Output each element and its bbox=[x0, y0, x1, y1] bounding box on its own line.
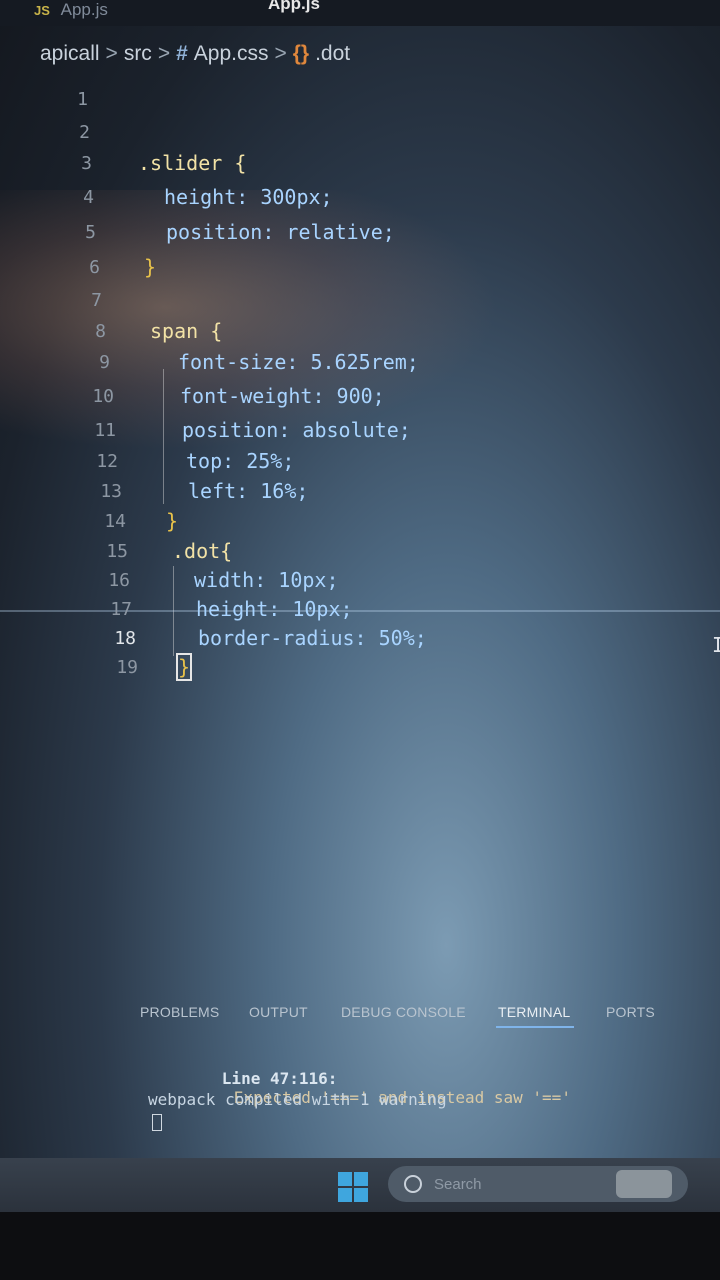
tab-app-js[interactable]: JS App.js bbox=[34, 0, 108, 22]
line-number: 11 bbox=[94, 419, 116, 441]
line-number: 18 bbox=[114, 627, 136, 649]
taskbar-search[interactable]: Search bbox=[388, 1166, 688, 1202]
code-text: height: 10px; bbox=[196, 597, 353, 621]
chevron-right-icon: > bbox=[105, 42, 118, 65]
line-number: 9 bbox=[99, 351, 110, 373]
tab-label: App.js bbox=[60, 0, 108, 19]
code-text: width: 10px; bbox=[194, 568, 339, 592]
code-editor[interactable]: 1 2 3 .slider { 4 height: 300px; 5 posit… bbox=[0, 84, 720, 694]
line-number: 17 bbox=[110, 598, 132, 620]
line-number: 13 bbox=[100, 480, 122, 502]
code-text: } bbox=[166, 509, 179, 533]
search-placeholder: Search bbox=[434, 1175, 482, 1193]
code-text: top: 25%; bbox=[186, 449, 295, 473]
terminal-line: webpack compiled with 1 warning bbox=[148, 1090, 447, 1109]
line-number: 1 bbox=[77, 88, 88, 110]
code-text: font-size: 5.625rem; bbox=[178, 350, 419, 374]
line-number: 16 bbox=[108, 569, 130, 591]
breadcrumb-file[interactable]: App.css bbox=[194, 42, 269, 66]
css-file-icon: # bbox=[176, 42, 188, 65]
search-highlight-image bbox=[616, 1170, 672, 1198]
code-text: border-radius: 50%; bbox=[198, 626, 427, 650]
code-text: .dot{ bbox=[172, 539, 233, 563]
tab-active-label: App.js bbox=[268, 0, 320, 13]
tab-terminal[interactable]: TERMINAL bbox=[498, 1004, 570, 1020]
os-taskbar: Search bbox=[0, 1158, 720, 1212]
editor-tab-bar: JS App.js App.js bbox=[0, 0, 720, 26]
tab-ports[interactable]: PORTS bbox=[606, 1004, 655, 1020]
code-text: } bbox=[175, 653, 193, 681]
search-icon bbox=[404, 1175, 422, 1193]
line-number: 2 bbox=[79, 121, 90, 143]
tab-output[interactable]: OUTPUT bbox=[249, 1004, 308, 1020]
line-number: 19 bbox=[116, 656, 138, 678]
line-number: 3 bbox=[81, 152, 92, 174]
breadcrumb-symbol[interactable]: .dot bbox=[315, 42, 350, 66]
code-text: left: 16%; bbox=[188, 479, 309, 503]
line-number: 14 bbox=[104, 510, 126, 532]
text-cursor-icon: I bbox=[712, 633, 720, 657]
code-text: height: 300px; bbox=[164, 185, 333, 209]
line-number: 8 bbox=[95, 320, 106, 342]
line-number: 15 bbox=[106, 540, 128, 562]
terminal-location: Line 47:116: bbox=[221, 1069, 338, 1088]
code-text: position: relative; bbox=[166, 220, 395, 244]
chevron-right-icon: > bbox=[157, 42, 171, 65]
terminal-cursor bbox=[152, 1114, 162, 1131]
screen: JS App.js App.js apicall > src > # App.c… bbox=[0, 0, 720, 1212]
tab-debug-console[interactable]: DEBUG CONSOLE bbox=[341, 1004, 466, 1020]
monitor-bezel bbox=[0, 1212, 720, 1280]
tab-problems[interactable]: PROBLEMS bbox=[140, 1004, 219, 1020]
bottom-panel: PROBLEMS OUTPUT DEBUG CONSOLE TERMINAL P… bbox=[110, 992, 720, 1150]
code-text: .slider { bbox=[138, 151, 247, 175]
chevron-right-icon: > bbox=[274, 42, 287, 65]
breadcrumb-project[interactable]: apicall bbox=[40, 42, 100, 66]
line-number: 12 bbox=[96, 450, 118, 472]
line-number: 5 bbox=[85, 221, 96, 243]
css-symbol-icon: {} bbox=[292, 42, 310, 65]
line-number: 6 bbox=[89, 256, 100, 278]
indent-guide bbox=[163, 369, 164, 504]
js-file-icon: JS bbox=[34, 3, 50, 18]
breadcrumb: apicall > src > # App.css > {} .dot bbox=[40, 42, 350, 66]
code-text: } bbox=[144, 255, 157, 279]
breadcrumb-folder[interactable]: src bbox=[124, 42, 152, 66]
windows-start-icon[interactable] bbox=[338, 1172, 368, 1202]
code-text: position: absolute; bbox=[182, 418, 411, 442]
line-number: 10 bbox=[92, 385, 114, 407]
terminal-line: Line 47:116: Expected '===' and instead … bbox=[164, 1050, 571, 1126]
active-tab-indicator bbox=[496, 1026, 574, 1028]
line-number: 7 bbox=[91, 289, 102, 311]
line-number: 4 bbox=[83, 186, 94, 208]
tab-active[interactable]: App.js bbox=[268, 0, 320, 16]
code-text: span { bbox=[150, 319, 223, 343]
code-text: font-weight: 900; bbox=[180, 384, 385, 408]
